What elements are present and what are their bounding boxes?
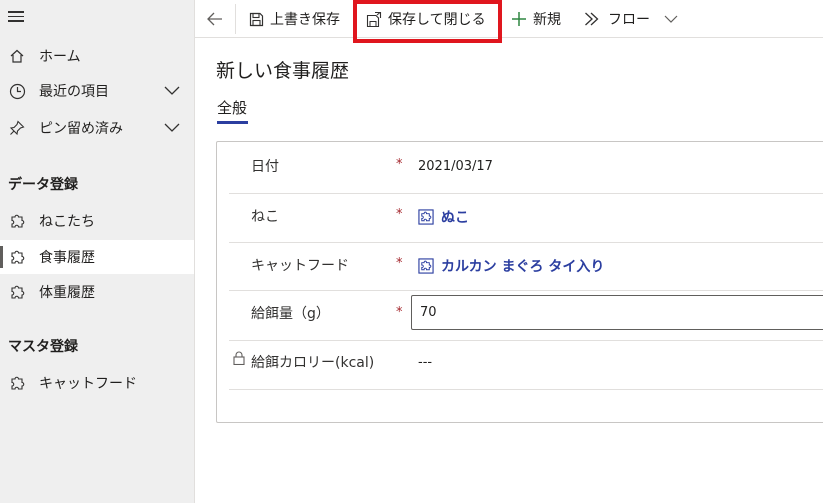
field-divider: [229, 193, 823, 194]
sidebar-item-label: ねこたち: [39, 214, 95, 230]
section-title-master: マスタ登録: [8, 339, 78, 355]
chevron-down-icon[interactable]: [163, 82, 181, 100]
lock-icon: [233, 351, 245, 365]
field-label-cat: ねこ: [251, 209, 279, 225]
puzzle-icon: [8, 212, 26, 230]
chevron-down-icon: [664, 15, 678, 23]
page-title: 新しい食事履歴: [216, 60, 350, 82]
required-marker: *: [396, 207, 403, 222]
sidebar-item-pinned[interactable]: ピン留め済み: [0, 111, 194, 145]
field-label-date: 日付: [251, 159, 279, 175]
sidebar-item-recent[interactable]: 最近の項目: [0, 74, 194, 108]
sidebar-item-label: 最近の項目: [39, 84, 109, 100]
back-arrow-icon[interactable]: [205, 9, 225, 29]
plus-icon: [512, 12, 526, 26]
puzzle-icon: [418, 209, 434, 225]
puzzle-icon: [418, 258, 434, 274]
tab-general[interactable]: 全般: [217, 97, 247, 118]
sidebar: ホーム 最近の項目 ピン留め済み データ登録 ねこたち 食事履歴 体重履歴 マス…: [0, 0, 195, 503]
field-label-amount: 給餌量（g）: [251, 306, 330, 322]
sidebar-item-cat-food[interactable]: キャットフード: [0, 366, 194, 400]
required-marker: *: [396, 256, 403, 271]
tab-active-indicator: [217, 121, 248, 124]
required-marker: *: [396, 305, 403, 320]
flow-button[interactable]: フロー: [584, 0, 684, 38]
required-marker: *: [396, 157, 403, 172]
puzzle-icon: [8, 374, 26, 392]
new-button-label: 新規: [533, 12, 561, 28]
cat-food-lookup-value: カルカン まぐろ タイ入り: [441, 259, 605, 275]
flow-button-label: フロー: [608, 12, 650, 28]
save-button-label: 上書き保存: [270, 12, 340, 28]
puzzle-icon: [8, 283, 26, 301]
sidebar-item-weight-history[interactable]: 体重履歴: [0, 275, 194, 309]
field-divider: [229, 389, 823, 390]
field-divider: [229, 340, 823, 341]
sidebar-item-label: ホーム: [39, 49, 81, 65]
toolbar-divider: [235, 4, 236, 34]
field-label-cat-food: キャットフード: [251, 258, 349, 274]
section-title-data: データ登録: [8, 177, 78, 193]
sidebar-item-label: 食事履歴: [39, 250, 95, 266]
pin-icon: [8, 119, 26, 137]
amount-input[interactable]: [411, 295, 823, 330]
cat-lookup-value: ぬこ: [441, 210, 469, 226]
flow-icon: [585, 12, 599, 26]
sidebar-item-meal-history[interactable]: 食事履歴: [0, 240, 194, 274]
cat-food-lookup-link[interactable]: カルカン まぐろ タイ入り: [418, 256, 604, 276]
sidebar-item-cats[interactable]: ねこたち: [0, 204, 194, 238]
highlight-box: [353, 0, 502, 43]
save-icon: [249, 12, 264, 26]
form-card: [216, 141, 823, 423]
field-divider: [229, 242, 823, 243]
cat-lookup-link[interactable]: ぬこ: [418, 207, 469, 227]
puzzle-icon: [8, 248, 26, 266]
sidebar-item-label: 体重履歴: [39, 285, 95, 301]
command-bar: 上書き保存 保存して閉じる 新規 フロー: [195, 0, 823, 38]
new-button[interactable]: 新規: [511, 0, 561, 38]
sidebar-item-label: ピン留め済み: [39, 121, 123, 137]
chevron-down-icon[interactable]: [163, 119, 181, 137]
sidebar-item-home[interactable]: ホーム: [0, 39, 194, 73]
home-icon: [8, 47, 26, 65]
date-value[interactable]: 2021/03/17: [418, 159, 493, 174]
field-divider: [229, 290, 823, 291]
clock-icon: [8, 82, 26, 100]
calorie-value: ---: [418, 355, 433, 370]
save-button[interactable]: 上書き保存: [249, 0, 340, 38]
hamburger-menu-icon[interactable]: [8, 11, 24, 23]
sidebar-item-label: キャットフード: [39, 376, 137, 392]
field-label-calorie: 給餌カロリー(kcal): [251, 355, 375, 371]
